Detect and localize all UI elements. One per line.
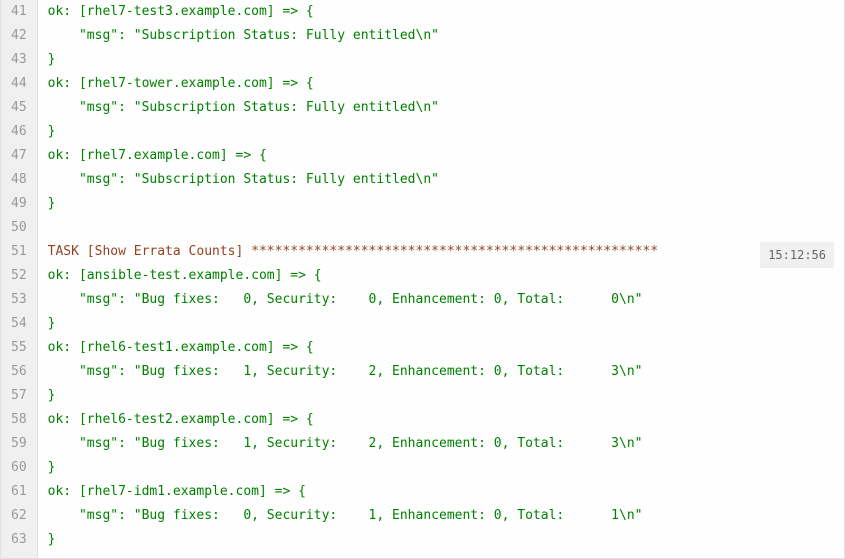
code-line: ok: [rhel7-test3.example.com] => {	[48, 0, 834, 24]
code-line: }	[48, 192, 834, 216]
line-number: 59	[11, 432, 27, 456]
code-line: }	[48, 456, 834, 480]
code-text: "msg": "Bug fixes: 1, Security: 2, Enhan…	[48, 364, 643, 379]
line-number: 46	[11, 120, 27, 144]
code-block: 4142434445464748495051525354555657585960…	[0, 0, 845, 559]
code-line: }	[48, 48, 834, 72]
code-text: ok: [rhel7.example.com] => {	[48, 148, 267, 163]
code-text: }	[48, 460, 56, 475]
line-number: 60	[11, 456, 27, 480]
line-number: 53	[11, 288, 27, 312]
code-line: ok: [rhel7.example.com] => {	[48, 144, 834, 168]
code-text: "msg": "Subscription Status: Fully entit…	[48, 172, 439, 187]
code-line: "msg": "Bug fixes: 1, Security: 2, Enhan…	[48, 432, 834, 456]
line-number: 50	[11, 216, 27, 240]
line-number: 61	[11, 480, 27, 504]
code-text: ok: [ansible-test.example.com] => {	[48, 268, 322, 283]
line-number: 45	[11, 96, 27, 120]
code-line: "msg": "Bug fixes: 1, Security: 2, Enhan…	[48, 360, 834, 384]
code-text: }	[48, 52, 56, 67]
line-number: 62	[11, 504, 27, 528]
line-number: 55	[11, 336, 27, 360]
line-number: 63	[11, 528, 27, 552]
line-number: 42	[11, 24, 27, 48]
code-text: TASK [Show Errata Counts] **************…	[48, 244, 658, 259]
code-line: ok: [rhel7-idm1.example.com] => {	[48, 480, 834, 504]
code-line: "msg": "Subscription Status: Fully entit…	[48, 168, 834, 192]
code-line: ok: [rhel6-test1.example.com] => {	[48, 336, 834, 360]
code-line	[48, 216, 834, 240]
code-line: }	[48, 384, 834, 408]
code-text: }	[48, 532, 56, 547]
code-text: }	[48, 388, 56, 403]
code-text: }	[48, 196, 56, 211]
code-text: "msg": "Subscription Status: Fully entit…	[48, 100, 439, 115]
code-text: }	[48, 316, 56, 331]
line-number: 43	[11, 48, 27, 72]
code-text: "msg": "Bug fixes: 1, Security: 2, Enhan…	[48, 436, 643, 451]
code-content[interactable]: ok: [rhel7-test3.example.com] => { "msg"…	[38, 0, 844, 558]
code-line: ok: [rhel7-tower.example.com] => {	[48, 72, 834, 96]
code-line: ok: [rhel6-test2.example.com] => {	[48, 408, 834, 432]
line-number: 49	[11, 192, 27, 216]
line-number: 56	[11, 360, 27, 384]
code-text: ok: [rhel6-test1.example.com] => {	[48, 340, 314, 355]
line-number: 51	[11, 240, 27, 264]
code-text: ok: [rhel6-test2.example.com] => {	[48, 412, 314, 427]
code-text: ok: [rhel7-tower.example.com] => {	[48, 76, 314, 91]
line-number: 58	[11, 408, 27, 432]
code-line: TASK [Show Errata Counts] **************…	[48, 240, 834, 264]
code-line: "msg": "Subscription Status: Fully entit…	[48, 96, 834, 120]
code-line: }	[48, 528, 834, 552]
line-number: 54	[11, 312, 27, 336]
code-text: "msg": "Bug fixes: 0, Security: 1, Enhan…	[48, 508, 643, 523]
code-text: "msg": "Subscription Status: Fully entit…	[48, 28, 439, 43]
code-line: "msg": "Bug fixes: 0, Security: 1, Enhan…	[48, 504, 834, 528]
code-line: }	[48, 312, 834, 336]
code-line: }	[48, 120, 834, 144]
line-number: 52	[11, 264, 27, 288]
line-number: 41	[11, 0, 27, 24]
code-line: ok: [ansible-test.example.com] => {	[48, 264, 834, 288]
code-text: ok: [rhel7-test3.example.com] => {	[48, 4, 314, 19]
line-number: 44	[11, 72, 27, 96]
code-line: "msg": "Bug fixes: 0, Security: 0, Enhan…	[48, 288, 834, 312]
code-line: "msg": "Subscription Status: Fully entit…	[48, 24, 834, 48]
code-text: "msg": "Bug fixes: 0, Security: 0, Enhan…	[48, 292, 643, 307]
line-number: 57	[11, 384, 27, 408]
code-text: }	[48, 124, 56, 139]
code-text: ok: [rhel7-idm1.example.com] => {	[48, 484, 306, 499]
line-number: 47	[11, 144, 27, 168]
line-number: 48	[11, 168, 27, 192]
line-number-gutter: 4142434445464748495051525354555657585960…	[1, 0, 38, 558]
